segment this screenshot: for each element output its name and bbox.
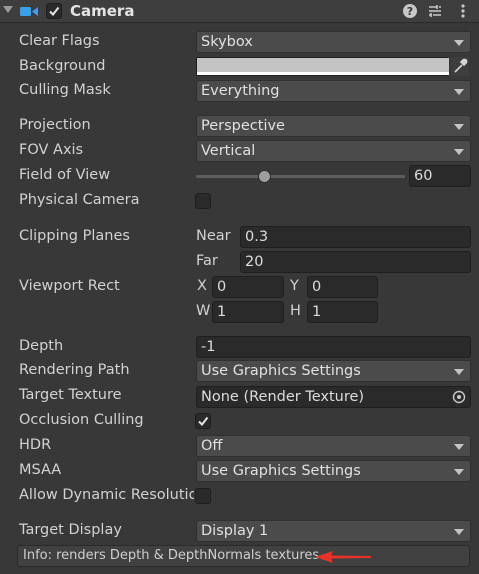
info-text: Info: renders Depth & DepthNormals textu… [23,548,320,563]
chevron-down-icon [454,469,464,475]
near-clip-input[interactable]: 0.3 [240,226,471,248]
target-display-dropdown[interactable]: Display 1 [196,520,471,542]
depth-value: -1 [201,339,216,355]
viewport-h-input[interactable]: 1 [307,301,378,323]
culling-mask-dropdown[interactable]: Everything [196,80,471,102]
chevron-down-icon [454,369,464,375]
hdr-value: Off [201,438,223,454]
chevron-down-icon [454,89,464,95]
background-label: Background [19,58,106,74]
checkmark-icon [49,6,60,17]
rendering-path-dropdown[interactable]: Use Graphics Settings [196,360,471,382]
viewport-y-value: 0 [312,279,322,295]
occlusion-culling-checkbox[interactable] [195,413,211,429]
clear-flags-value: Skybox [201,34,253,50]
near-clip-value: 0.3 [245,229,269,245]
culling-mask-label: Culling Mask [19,82,111,98]
fov-axis-value: Vertical [201,143,256,159]
viewport-h-value: 1 [312,304,322,320]
physical-camera-checkbox[interactable] [195,193,211,209]
chevron-down-icon [454,529,464,535]
rendering-path-label: Rendering Path [19,362,130,378]
physical-camera-label: Physical Camera [19,192,140,208]
fov-input[interactable]: 60 [409,165,471,187]
hdr-label: HDR [19,437,52,453]
target-texture-label: Target Texture [19,387,122,403]
far-clip-input[interactable]: 20 [240,251,471,273]
msaa-label: MSAA [19,462,62,478]
target-display-label: Target Display [19,522,122,538]
viewport-x-label: X [197,278,207,294]
projection-value: Perspective [201,118,285,134]
depth-input[interactable]: -1 [196,336,471,358]
msaa-value: Use Graphics Settings [201,463,361,479]
viewport-h-label: H [290,303,301,319]
target-texture-value: None (Render Texture) [201,389,365,405]
checkmark-icon [198,416,209,427]
component-enabled-checkbox[interactable] [46,3,62,19]
help-icon[interactable]: ? [402,3,418,19]
viewport-w-input[interactable]: 1 [212,301,284,323]
projection-dropdown[interactable]: Perspective [196,115,471,137]
fov-slider-track[interactable] [196,175,405,178]
alpha-bar [197,72,449,75]
projection-label: Projection [19,117,91,133]
clipping-planes-label: Clipping Planes [19,228,130,244]
chevron-down-icon [454,149,464,155]
fov-value: 60 [414,168,433,184]
allow-dynamic-resolution-checkbox[interactable] [195,488,211,504]
fov-axis-label: FOV Axis [19,142,84,158]
viewport-x-input[interactable]: 0 [212,276,284,298]
chevron-down-icon [454,124,464,130]
hdr-dropdown[interactable]: Off [196,435,471,457]
red-arrow-icon [315,551,371,563]
allow-dynamic-resolution-label: Allow Dynamic Resolutio [19,487,194,503]
clear-flags-dropdown[interactable]: Skybox [196,31,471,53]
far-label: Far [196,253,218,269]
eyedropper-icon[interactable] [451,57,469,76]
svg-text:?: ? [407,5,413,18]
component-title: Camera [70,2,135,20]
info-helpbox: Info: renders Depth & DepthNormals textu… [17,545,470,567]
fold-arrow-icon[interactable] [3,6,13,13]
viewport-x-value: 0 [217,279,227,295]
object-picker-icon[interactable] [452,390,466,404]
near-label: Near [196,228,231,244]
viewport-w-value: 1 [217,304,227,320]
chevron-down-icon [454,444,464,450]
color-preview [197,58,449,73]
far-clip-value: 20 [245,254,264,270]
target-display-value: Display 1 [201,523,269,539]
fov-axis-dropdown[interactable]: Vertical [196,140,471,162]
viewport-y-input[interactable]: 0 [307,276,378,298]
occlusion-culling-label: Occlusion Culling [19,412,144,428]
depth-label: Depth [19,338,64,354]
fov-slider-thumb[interactable] [258,170,271,183]
preset-icon[interactable] [427,3,443,19]
viewport-y-label: Y [290,278,299,294]
component-header: Camera ? [0,0,479,23]
more-icon[interactable] [455,3,471,19]
chevron-down-icon [454,40,464,46]
rendering-path-value: Use Graphics Settings [201,363,361,379]
clear-flags-label: Clear Flags [19,33,100,49]
msaa-dropdown[interactable]: Use Graphics Settings [196,460,471,482]
field-of-view-label: Field of View [19,167,111,183]
target-texture-field[interactable]: None (Render Texture) [196,386,471,408]
viewport-rect-label: Viewport Rect [19,278,120,294]
viewport-w-label: W [196,303,211,319]
culling-mask-value: Everything [201,83,280,99]
background-color-field[interactable] [196,57,449,76]
camera-icon [20,7,38,16]
